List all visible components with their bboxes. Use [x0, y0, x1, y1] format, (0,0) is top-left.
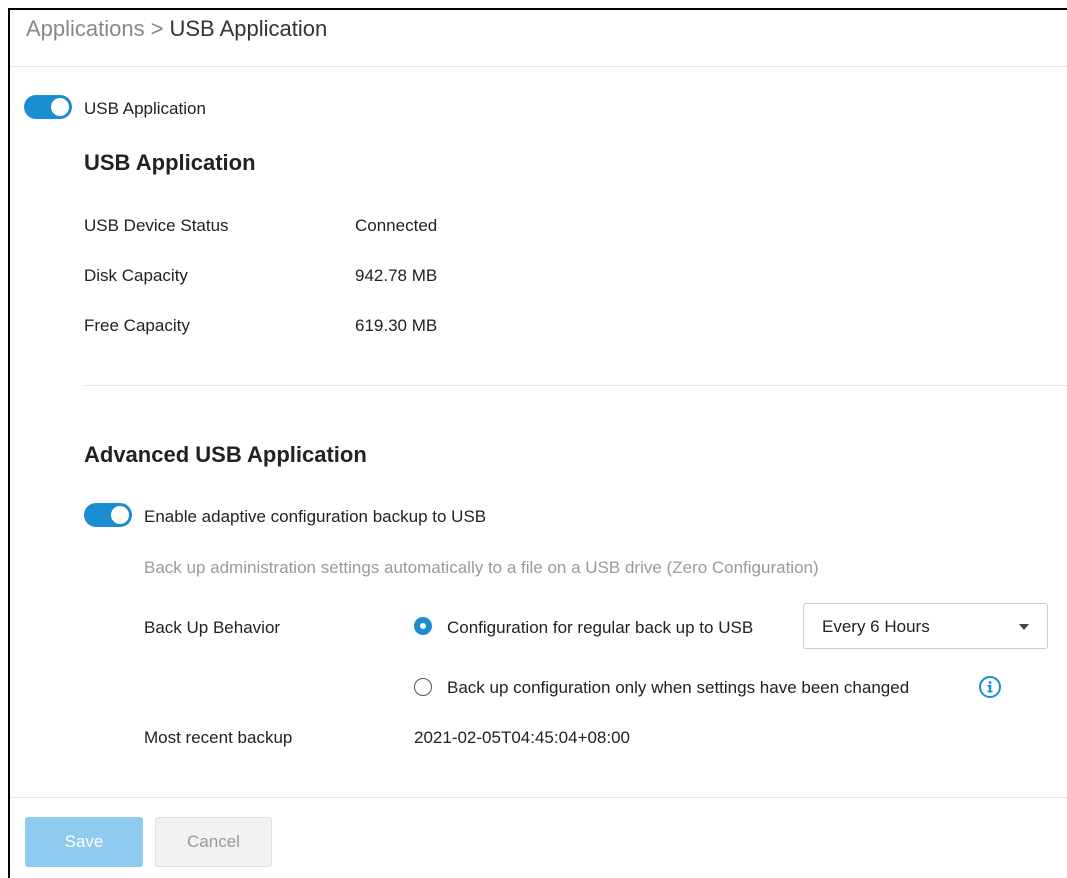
toggle-knob — [51, 98, 69, 116]
radio-changed-backup-label[interactable]: Back up configuration only when settings… — [447, 678, 909, 698]
most-recent-backup-label: Most recent backup — [144, 728, 293, 747]
info-icon[interactable] — [978, 675, 1002, 699]
footer-divider — [10, 797, 1067, 798]
radio-regular-backup[interactable] — [414, 617, 432, 635]
adaptive-backup-toggle[interactable] — [84, 503, 132, 527]
usb-device-status-label: USB Device Status — [84, 216, 229, 235]
radio-regular-backup-label[interactable]: Configuration for regular back up to USB — [447, 618, 753, 638]
free-capacity-label: Free Capacity — [84, 316, 190, 335]
chevron-down-icon — [1019, 624, 1029, 630]
adaptive-backup-description: Back up administration settings automati… — [144, 558, 819, 577]
cancel-button[interactable]: Cancel — [155, 817, 272, 867]
usb-device-status-value: Connected — [355, 216, 438, 235]
breadcrumb-separator: > — [150, 16, 164, 41]
save-button[interactable]: Save — [25, 817, 143, 867]
adaptive-backup-toggle-label: Enable adaptive configuration backup to … — [144, 507, 487, 526]
toggle-knob — [111, 506, 129, 524]
breadcrumb-link-applications[interactable]: Applications — [26, 16, 145, 41]
advanced-section-title: Advanced USB Application — [84, 442, 367, 467]
breadcrumb-current: USB Application — [169, 16, 328, 41]
usb-section-title: USB Application — [84, 150, 256, 175]
backup-behavior-label: Back Up Behavior — [144, 618, 281, 637]
usb-application-toggle-label: USB Application — [84, 99, 206, 118]
header-divider — [10, 66, 1067, 67]
breadcrumb: Applications > USB Application — [26, 16, 327, 42]
section-divider — [84, 385, 1067, 386]
free-capacity-value: 619.30 MB — [355, 316, 438, 335]
usb-application-toggle[interactable] — [24, 95, 72, 119]
backup-interval-select[interactable]: Every 6 Hours — [803, 603, 1048, 649]
disk-capacity-label: Disk Capacity — [84, 266, 188, 285]
disk-capacity-value: 942.78 MB — [355, 266, 438, 285]
backup-interval-selected: Every 6 Hours — [822, 617, 930, 636]
radio-changed-backup[interactable] — [414, 678, 432, 696]
most-recent-backup-value: 2021-02-05T04:45:04+08:00 — [414, 728, 630, 747]
